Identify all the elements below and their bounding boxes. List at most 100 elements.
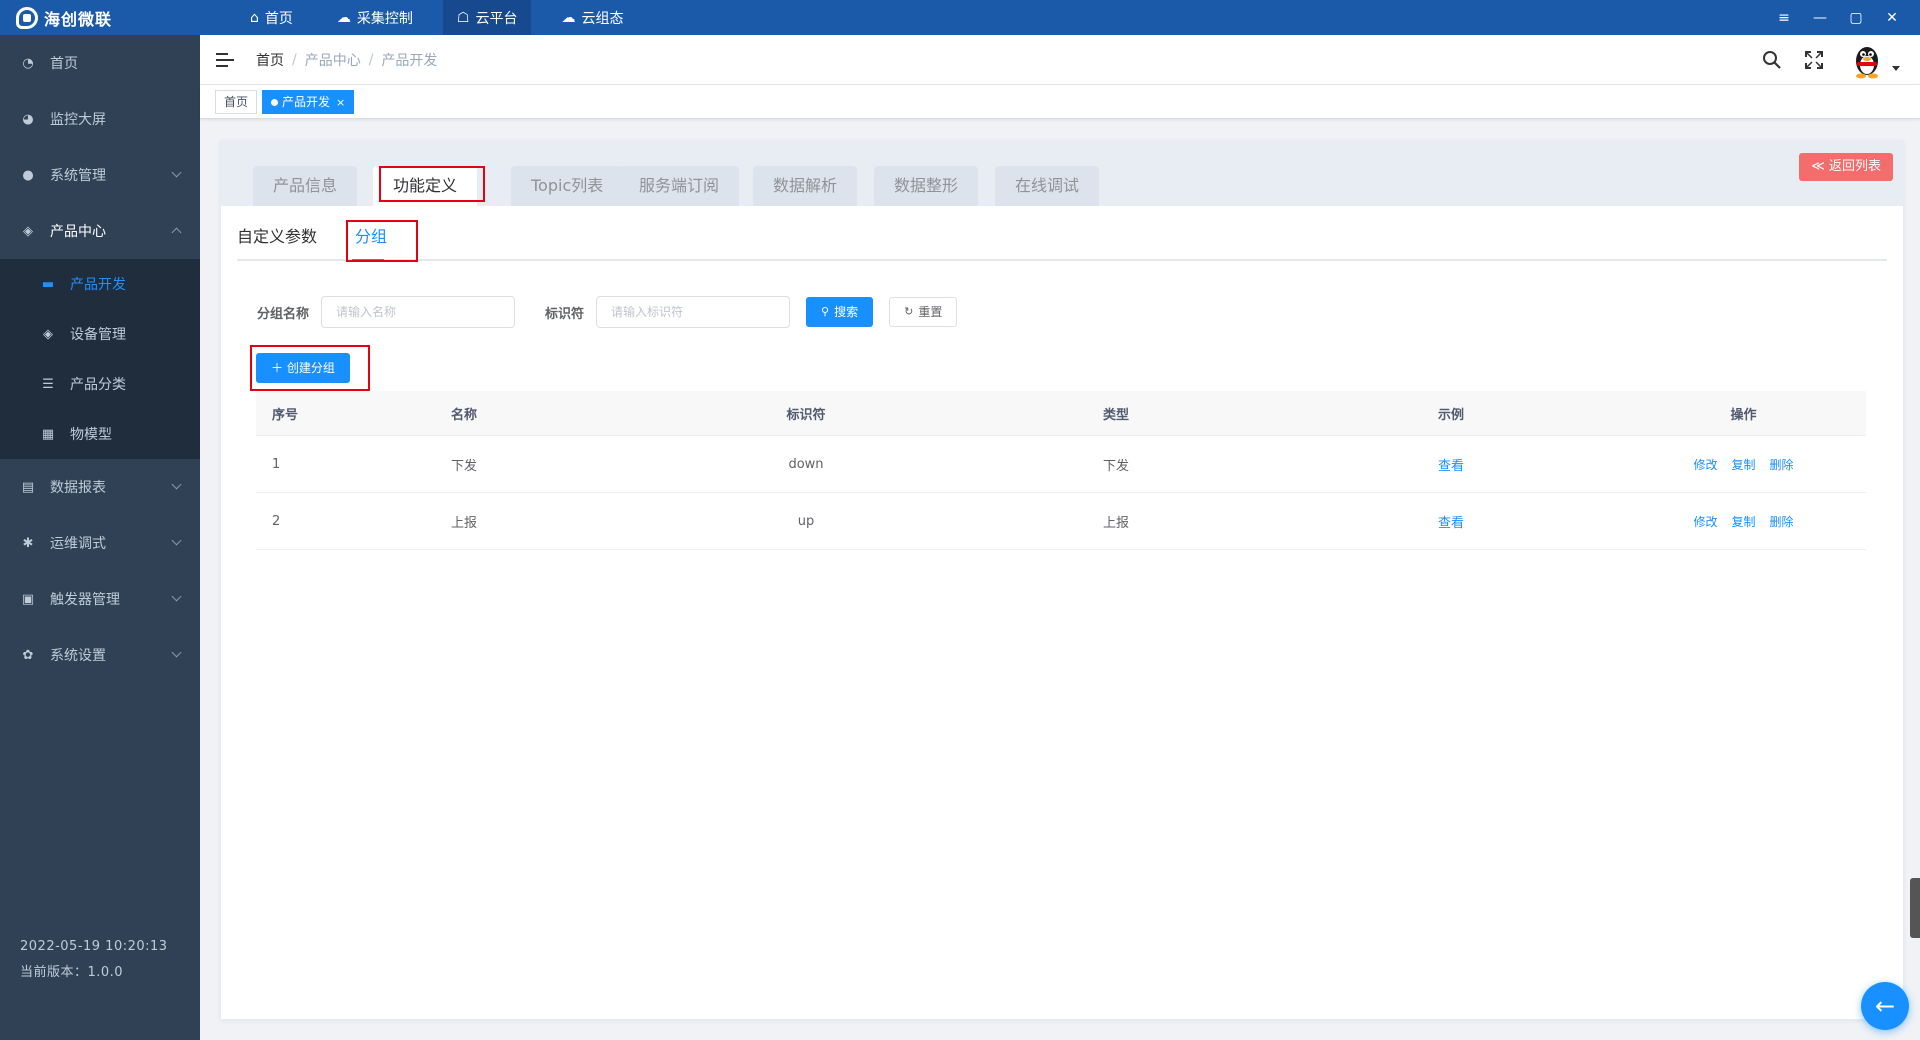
tab-data-shaping[interactable]: 数据整形	[874, 166, 979, 206]
view-example-link[interactable]: 查看	[1281, 512, 1621, 531]
dashboard-icon: ◔	[22, 55, 34, 71]
col-actions: 操作	[1730, 407, 1757, 423]
active-dot-icon	[271, 99, 278, 106]
header-bar: 首页 / 产品中心 / 产品开发	[200, 35, 1920, 85]
caret-down-icon[interactable]	[1892, 65, 1900, 71]
tab-data-parsing[interactable]: 数据解析	[753, 166, 858, 206]
chevron-down-icon	[171, 535, 182, 546]
sidebar-item-label: 设备管理	[70, 327, 126, 343]
sidebar-footer: 2022-05-19 10:20:13 当前版本：1.0.0	[20, 934, 168, 986]
cell-index: 2	[272, 513, 281, 529]
tab-custom-params[interactable]: 自定义参数	[237, 221, 317, 259]
sidebar-item-product-category[interactable]: ☰ 产品分类	[0, 359, 200, 409]
home-icon: ⌂	[250, 9, 259, 26]
topnav-cloud-config[interactable]: ☁ 云组态	[547, 0, 637, 35]
group-table: 序号 名称 标识符 类型 示例 操作 1 下发 down 下发 查看 修改 复制删…	[256, 391, 1866, 550]
cell-actions: 修改 复制 删除	[1621, 456, 1866, 473]
sidebar-item-trigger-management[interactable]: ▣ 触发器管理	[0, 571, 200, 627]
reset-button-label: 重置	[918, 305, 943, 319]
sidebar-submenu-product-center: ▬ 产品开发 ◈ 设备管理 ☰ 产品分类 ▦ 物模型	[0, 259, 200, 459]
copy-link[interactable]: 复制	[1731, 515, 1755, 529]
tag-label: 首页	[224, 95, 249, 109]
sidebar-item-label: 物模型	[70, 427, 112, 443]
cell-identifier: down	[788, 456, 824, 472]
avatar[interactable]	[1848, 41, 1886, 79]
sidebar-item-monitor-screen[interactable]: ◕ 监控大屏	[0, 91, 200, 147]
breadcrumb: 首页 / 产品中心 / 产品开发	[256, 50, 437, 70]
sidebar-item-label: 触发器管理	[50, 592, 120, 608]
identifier-input[interactable]: 请输入标识符	[596, 296, 791, 328]
sidebar-item-system-settings[interactable]: ✿ 系统设置	[0, 627, 200, 683]
user-icon: ●	[22, 167, 34, 183]
sidebar-item-label: 产品开发	[70, 277, 126, 293]
search-icon: ⚲	[821, 305, 830, 318]
search-button[interactable]: ⚲ 搜索	[806, 297, 874, 327]
breadcrumb-separator: /	[368, 51, 374, 68]
tag-home[interactable]: 首页	[215, 90, 258, 114]
topnav-cloud-platform[interactable]: ☖ 云平台	[442, 0, 532, 35]
tab-topic-list[interactable]: Topic列表	[511, 166, 624, 206]
side-scroll-indicator[interactable]	[1910, 878, 1920, 938]
edit-link[interactable]: 修改	[1693, 515, 1717, 529]
sidebar-item-system-management[interactable]: ● 系统管理	[0, 147, 200, 203]
refresh-icon: ↻	[904, 305, 914, 318]
sidebar-item-home[interactable]: ◔ 首页	[0, 35, 200, 91]
topnav-home[interactable]: ⌂ 首页	[236, 0, 307, 35]
app-logo[interactable]: 海创微联	[0, 6, 200, 30]
breadcrumb-product-development: 产品开发	[381, 52, 438, 69]
current-datetime: 2022-05-19 10:20:13	[20, 939, 168, 954]
col-name: 名称	[451, 407, 478, 423]
tab-online-debug[interactable]: 在线调试	[995, 166, 1100, 206]
sidebar-item-label: 系统设置	[50, 648, 106, 664]
col-identifier: 标识符	[786, 407, 826, 423]
menu-icon[interactable]: ≡	[1766, 10, 1802, 26]
tab-product-info[interactable]: 产品信息	[253, 166, 358, 206]
version-label: 当前版本：1.0.0	[20, 965, 124, 980]
create-group-button[interactable]: ＋ 创建分组	[256, 353, 350, 383]
sidebar-item-label: 运维调式	[50, 536, 106, 552]
sidebar-item-label: 产品分类	[70, 377, 126, 393]
group-name-input[interactable]: 请输入名称	[321, 296, 516, 328]
sidebar-item-product-center[interactable]: ◈ 产品中心	[0, 203, 200, 259]
tab-group[interactable]: 分组	[355, 221, 387, 259]
back-arrow-icon[interactable]: ←	[1861, 982, 1909, 1030]
table-row: 1 下发 down 下发 查看 修改 复制 删除	[256, 436, 1866, 493]
sidebar-item-thing-model[interactable]: ▦ 物模型	[0, 409, 200, 459]
delete-link[interactable]: 删除	[1770, 515, 1794, 529]
maximize-icon[interactable]: ▢	[1838, 10, 1874, 26]
sidebar-item-product-development[interactable]: ▬ 产品开发	[0, 259, 200, 309]
search-form: 分组名称 请输入名称 标识符 请输入标识符 ⚲ 搜索 ↻ 重置	[257, 296, 958, 328]
gear-icon: ✿	[22, 647, 34, 663]
tab-function-definition[interactable]: 功能定义	[373, 166, 478, 206]
delete-link[interactable]: 删除	[1770, 458, 1794, 472]
header-actions	[1740, 35, 1900, 85]
sidebar-item-data-reports[interactable]: ▤ 数据报表	[0, 459, 200, 515]
search-button-label: 搜索	[834, 305, 859, 319]
top-nav: ⌂ 首页 ☁ 采集控制 ☖ 云平台 ☁ 云组态	[236, 0, 653, 35]
close-tag-icon[interactable]: ×	[336, 96, 345, 109]
search-icon[interactable]	[1762, 50, 1782, 70]
minimize-icon[interactable]: —	[1802, 10, 1838, 26]
sidebar-toggle-icon[interactable]	[216, 52, 234, 67]
cell-index: 1	[272, 456, 281, 472]
edit-link[interactable]: 修改	[1693, 458, 1717, 472]
topnav-cloud-platform-label: 云平台	[475, 10, 518, 27]
product-tabs-bar: 产品信息 功能定义 Topic列表 服务端订阅 数据解析 数据整形 在线调试 ≪…	[221, 141, 1903, 206]
topnav-collection-control[interactable]: ☁ 采集控制	[323, 0, 427, 35]
tab-server-subscription[interactable]: 服务端订阅	[619, 166, 740, 206]
back-to-list-button[interactable]: ≪ 返回列表	[1799, 153, 1893, 181]
tag-product-development[interactable]: 产品开发 ×	[262, 90, 355, 114]
breadcrumb-home[interactable]: 首页	[256, 50, 284, 70]
copy-link[interactable]: 复制	[1731, 458, 1755, 472]
logo-icon	[16, 6, 38, 29]
trigger-icon: ▣	[21, 591, 35, 607]
close-icon[interactable]: ✕	[1874, 10, 1910, 26]
reset-button[interactable]: ↻ 重置	[889, 297, 958, 327]
chevron-down-icon	[171, 167, 182, 178]
sidebar-item-device-management[interactable]: ◈ 设备管理	[0, 309, 200, 359]
sidebar-item-ops-debug[interactable]: ✱ 运维调式	[0, 515, 200, 571]
penguin-avatar-icon	[1856, 47, 1878, 79]
fullscreen-icon[interactable]	[1804, 50, 1824, 70]
view-example-link[interactable]: 查看	[1281, 455, 1621, 474]
cell-type: 下发	[1102, 458, 1129, 474]
